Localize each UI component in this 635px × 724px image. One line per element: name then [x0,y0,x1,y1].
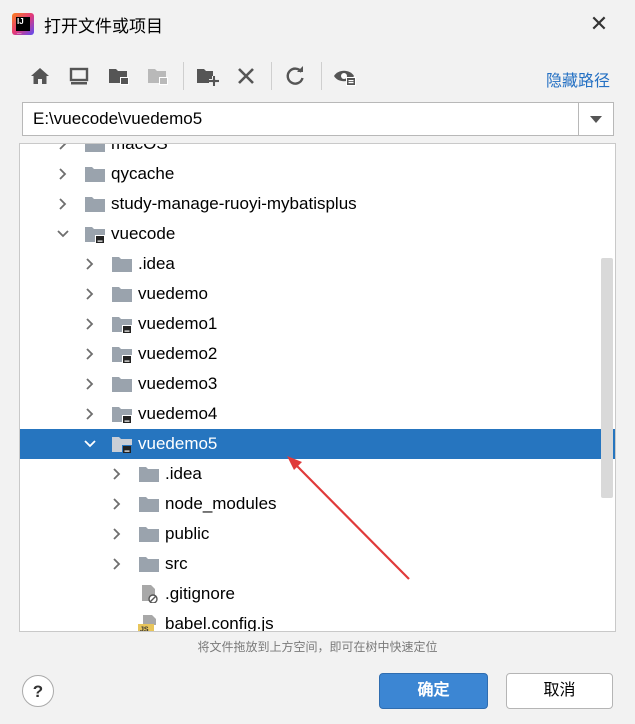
chevron-right-icon[interactable] [83,347,97,361]
tree-row-label: node_modules [165,494,277,513]
tree-row[interactable]: vuedemo5 [20,429,615,459]
tree-row[interactable]: vuedemo2 [20,339,601,369]
tree-row-label: vuecode [111,224,176,243]
folder-icon [84,195,106,213]
tree-row-label: vuedemo2 [138,344,218,363]
chevron-right-icon[interactable] [83,377,97,391]
toolbar-separator [183,62,184,90]
tree-row[interactable]: vuedemo1 [20,309,601,339]
chevron-right-icon[interactable] [83,317,97,331]
vertical-scrollbar[interactable] [601,258,613,498]
chevron-right-icon[interactable] [83,407,97,421]
chevron-right-icon[interactable] [56,197,70,211]
js-file-icon: JS [138,615,160,633]
help-button[interactable]: ? [22,675,54,707]
tree-row-label: qycache [111,164,175,183]
tree-row[interactable]: .gitignore [20,579,601,609]
tree-row[interactable]: vuedemo4 [20,399,601,429]
tree-row[interactable]: vuedemo3 [20,369,601,399]
project-folder-icon [84,225,106,243]
folder-icon [84,144,106,153]
folder-icon [111,375,133,393]
tree-row-label: vuedemo4 [138,404,218,423]
delete-icon[interactable] [233,63,259,89]
tree-row[interactable]: .idea [20,249,601,279]
ok-button[interactable]: 确定 [379,673,488,709]
desktop-icon[interactable] [66,63,92,89]
refresh-icon[interactable] [282,63,308,89]
project-folder-icon [111,315,133,333]
hide-path-link[interactable]: 隐藏路径 [546,67,610,91]
chevron-right-icon[interactable] [56,144,70,151]
chevron-right-icon[interactable] [83,257,97,271]
path-combobox[interactable] [22,102,614,136]
tree-row[interactable]: .idea [20,459,601,489]
tree-row[interactable]: node_modules [20,489,601,519]
path-input[interactable] [23,103,579,135]
tree-row[interactable]: JS babel.config.js [20,609,601,633]
tree-row-label: src [165,554,188,573]
tree-row-label: .idea [165,464,202,483]
tree-row[interactable]: study-manage-ruoyi-mybatisplus [20,189,601,219]
tree-row-label: babel.config.js [165,614,274,632]
project-folder-icon[interactable] [106,63,132,89]
toolbar [22,60,522,96]
folder-icon [138,525,160,543]
project-folder-icon [111,345,133,363]
module-folder-icon [145,63,171,89]
tree-row[interactable]: public [20,519,601,549]
chevron-right-icon[interactable] [110,467,124,481]
show-hidden-icon[interactable] [332,63,358,89]
tree-row-label: vuedemo3 [138,374,218,393]
chevron-right-icon[interactable] [110,557,124,571]
home-icon[interactable] [27,63,53,89]
svg-text:JS: JS [140,627,149,633]
tree-row-label: .gitignore [165,584,235,603]
folder-icon [138,495,160,513]
cancel-button[interactable]: 取消 [506,673,613,709]
tree-row-label: vuedemo5 [138,434,218,453]
chevron-right-icon[interactable] [56,167,70,181]
tree-row[interactable]: macOS [20,143,601,159]
chevron-down-icon[interactable] [578,103,613,135]
chevron-right-icon[interactable] [110,497,124,511]
chevron-right-icon[interactable] [110,527,124,541]
tree-row-label: vuedemo1 [138,314,218,333]
intellij-logo-icon: IJ _ [12,13,34,35]
chevron-down-icon[interactable] [83,437,97,451]
drag-hint: 将文件拖放到上方空间，即可在树中快速定位 [197,640,438,654]
tree-row-label: .idea [138,254,175,273]
folder-icon [138,465,160,483]
tree-row-label: study-manage-ruoyi-mybatisplus [111,194,357,213]
folder-icon [138,555,160,573]
toolbar-separator [271,62,272,90]
folder-icon [111,285,133,303]
folder-icon [84,165,106,183]
tree-row-label: macOS [111,143,168,153]
new-folder-icon[interactable] [194,63,220,89]
toolbar-separator [321,62,322,90]
tree-row[interactable]: src [20,549,601,579]
close-button[interactable]: ✕ [585,10,613,38]
folder-icon [111,255,133,273]
project-folder-icon [111,405,133,423]
file-tree[interactable]: JS babel.config.js .gitignore src public node… [19,143,616,632]
tree-row[interactable]: vuecode [20,219,601,249]
tree-row[interactable]: vuedemo [20,279,601,309]
tree-row[interactable]: qycache [20,159,601,189]
tree-row-label: public [165,524,210,543]
project-folder-icon [111,435,133,453]
chevron-right-icon[interactable] [83,287,97,301]
dialog-title: 打开文件或项目 [44,17,163,36]
gitignore-file-icon [138,585,160,604]
chevron-down-icon[interactable] [56,227,70,241]
tree-row-label: vuedemo [138,284,208,303]
title-bar: IJ _ 打开文件或项目 ✕ [0,0,635,48]
